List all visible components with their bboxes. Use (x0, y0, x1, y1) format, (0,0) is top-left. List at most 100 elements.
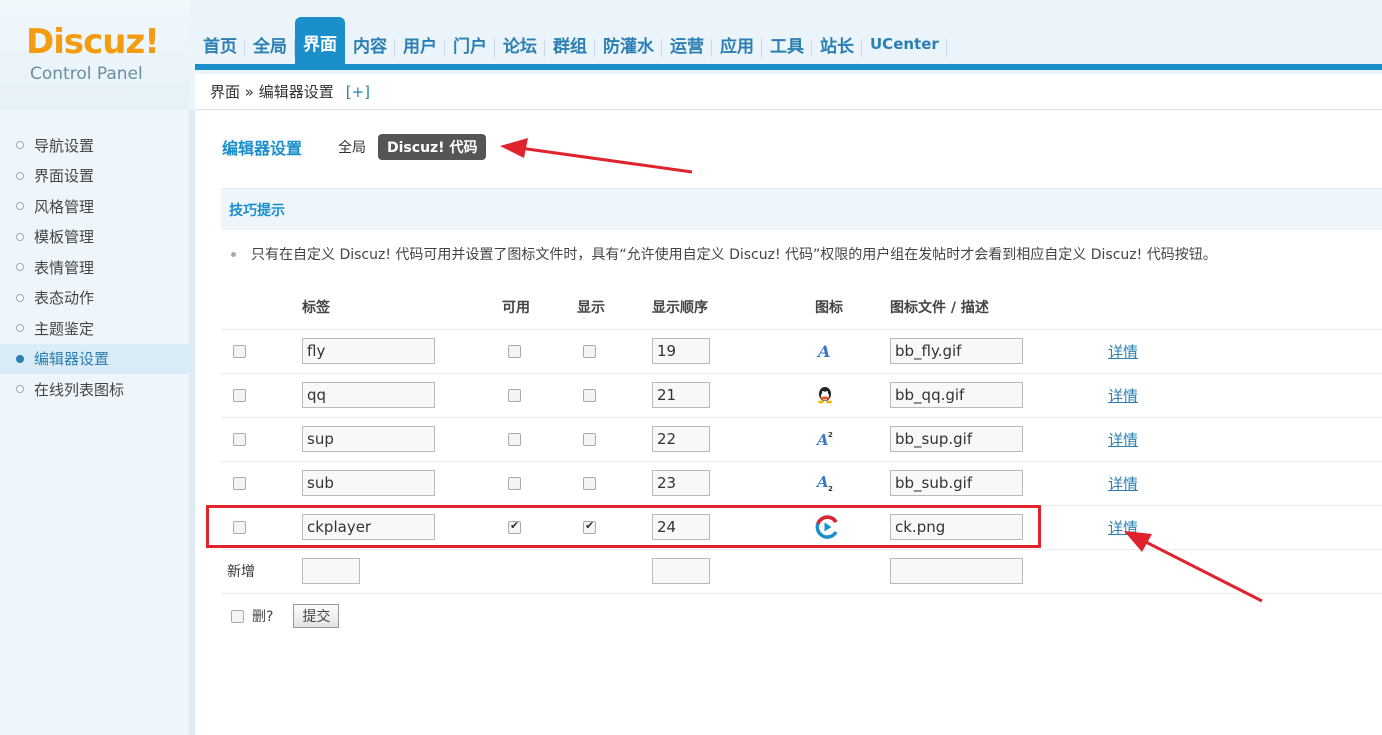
available-checkbox[interactable] (508, 344, 521, 358)
logo[interactable]: Discuz! Control Panel (0, 0, 190, 110)
nav-portal[interactable]: 门户 (445, 21, 495, 67)
nav-forum[interactable]: 论坛 (495, 21, 545, 67)
available-checkbox[interactable] (508, 432, 521, 446)
nav-interface[interactable]: 界面 (295, 17, 345, 67)
table-row: sup 22 A2 bb_sup.gif 详情 (221, 417, 1382, 462)
form-footer: 删? 提交 (231, 604, 340, 628)
highlight-box (206, 505, 1041, 548)
nav-apps[interactable]: 应用 (712, 21, 762, 67)
tag-input[interactable]: sup (302, 426, 435, 452)
tag-input[interactable]: fly (302, 338, 435, 364)
order-input[interactable]: 19 (652, 338, 710, 364)
tips-heading: 技巧提示 (221, 188, 1382, 230)
bullet-icon (16, 385, 24, 394)
page-title: 编辑器设置 (222, 139, 303, 158)
svg-text:A: A (815, 431, 829, 449)
detail-link[interactable]: 详情 (1108, 431, 1138, 449)
tag-input[interactable]: sub (302, 470, 435, 496)
show-checkbox[interactable] (583, 388, 596, 402)
nav-tools[interactable]: 工具 (762, 21, 812, 67)
tab-discuz-code[interactable]: Discuz! 代码 (378, 134, 487, 160)
new-label: 新增 (221, 549, 302, 594)
tips-text: 只有在自定义 Discuz! 代码可用并设置了图标文件时，具有“允许使用自定义 … (231, 244, 1217, 264)
nav-underline (195, 64, 1382, 70)
nav-admin[interactable]: 站长 (812, 21, 862, 67)
logo-subtitle: Control Panel (30, 64, 143, 84)
new-order-input[interactable] (652, 558, 710, 584)
detail-link[interactable]: 详情 (1108, 475, 1138, 493)
header: Discuz! Control Panel 首页 全局 界面 内容 用户 门户 … (0, 0, 1382, 110)
sidebar-item-stamps[interactable]: 主题鉴定 (0, 313, 189, 344)
header-order: 显示顺序 (652, 285, 815, 330)
available-checkbox[interactable] (508, 388, 521, 402)
nav-groups[interactable]: 群组 (545, 21, 595, 67)
file-input[interactable]: bb_sub.gif (890, 470, 1023, 496)
nav-content[interactable]: 内容 (345, 21, 395, 67)
table-header-row: 标签 可用 显示 显示顺序 图标 图标文件 / 描述 (221, 285, 1382, 330)
order-input[interactable]: 22 (652, 426, 710, 452)
sidebar-item-smilies[interactable]: 表情管理 (0, 252, 189, 283)
file-input[interactable]: bb_qq.gif (890, 382, 1023, 408)
svg-text:A: A (815, 473, 829, 491)
table-row-new: 新增 (221, 549, 1382, 594)
sidebar-item-online-icons[interactable]: 在线列表图标 (0, 374, 189, 405)
show-checkbox[interactable] (583, 344, 596, 358)
bullet-icon (16, 293, 24, 302)
file-input[interactable]: bb_fly.gif (890, 338, 1023, 364)
sidebar-item-templates[interactable]: 模板管理 (0, 222, 189, 253)
table-row: fly 19 A bb_fly.gif 详情 (221, 329, 1382, 374)
header-tag: 标签 (302, 285, 502, 330)
tag-input[interactable]: qq (302, 382, 435, 408)
svg-text:2: 2 (828, 485, 833, 493)
header-file: 图标文件 / 描述 (890, 285, 1095, 330)
bullet-icon (16, 263, 24, 272)
bullet-icon (16, 324, 24, 333)
nav-antispam[interactable]: 防灌水 (595, 21, 662, 67)
nav-global[interactable]: 全局 (245, 21, 295, 67)
sidebar-item-interface-settings[interactable]: 界面设置 (0, 161, 189, 192)
qq-icon (818, 387, 832, 404)
bullet-icon (16, 232, 24, 241)
nav-ucenter[interactable]: UCenter (862, 21, 947, 67)
table-row: sub 23 A2 bb_sub.gif 详情 (221, 461, 1382, 506)
header-available: 可用 (502, 285, 577, 330)
detail-link[interactable]: 详情 (1108, 519, 1138, 537)
sidebar: 导航设置 界面设置 风格管理 模板管理 表情管理 表态动作 主题鉴定 编辑器设置… (0, 110, 195, 735)
detail-link[interactable]: 详情 (1108, 387, 1138, 405)
order-input[interactable]: 23 (652, 470, 710, 496)
file-input[interactable]: bb_sup.gif (890, 426, 1023, 452)
sidebar-item-editor-settings[interactable]: 编辑器设置 (0, 343, 189, 374)
delete-label: 删? (252, 609, 274, 625)
svg-text:2: 2 (828, 431, 833, 439)
nav-users[interactable]: 用户 (395, 21, 445, 67)
sup-icon: A2 (815, 431, 833, 449)
page-header: 编辑器设置 全局 Discuz! 代码 (222, 134, 498, 160)
breadcrumb-path: 界面 » 编辑器设置 (210, 83, 334, 101)
delete-checkbox[interactable] (233, 476, 246, 490)
fly-icon: A (816, 342, 830, 361)
bullet-icon (16, 202, 24, 211)
new-tag-input[interactable] (302, 558, 360, 584)
nav-home[interactable]: 首页 (195, 21, 245, 67)
sidebar-item-styles[interactable]: 风格管理 (0, 191, 189, 222)
bullet-icon (16, 354, 24, 363)
bullet-icon (16, 141, 24, 150)
sidebar-item-nav-settings[interactable]: 导航设置 (0, 130, 189, 161)
delete-checkbox[interactable] (233, 344, 246, 358)
nav-operations[interactable]: 运营 (662, 21, 712, 67)
new-file-input[interactable] (890, 558, 1023, 584)
breadcrumb: 界面 » 编辑器设置 [+] (195, 74, 1382, 110)
delete-all-checkbox[interactable] (231, 609, 244, 623)
header-icon: 图标 (815, 285, 890, 330)
add-shortcut-button[interactable]: [+] (346, 83, 370, 101)
delete-checkbox[interactable] (233, 388, 246, 402)
order-input[interactable]: 21 (652, 382, 710, 408)
sidebar-item-reactions[interactable]: 表态动作 (0, 283, 189, 314)
delete-checkbox[interactable] (233, 432, 246, 446)
submit-button[interactable]: 提交 (293, 604, 340, 628)
available-checkbox[interactable] (508, 476, 521, 490)
tab-global[interactable]: 全局 (338, 137, 366, 157)
detail-link[interactable]: 详情 (1108, 343, 1138, 361)
show-checkbox[interactable] (583, 476, 596, 490)
show-checkbox[interactable] (583, 432, 596, 446)
